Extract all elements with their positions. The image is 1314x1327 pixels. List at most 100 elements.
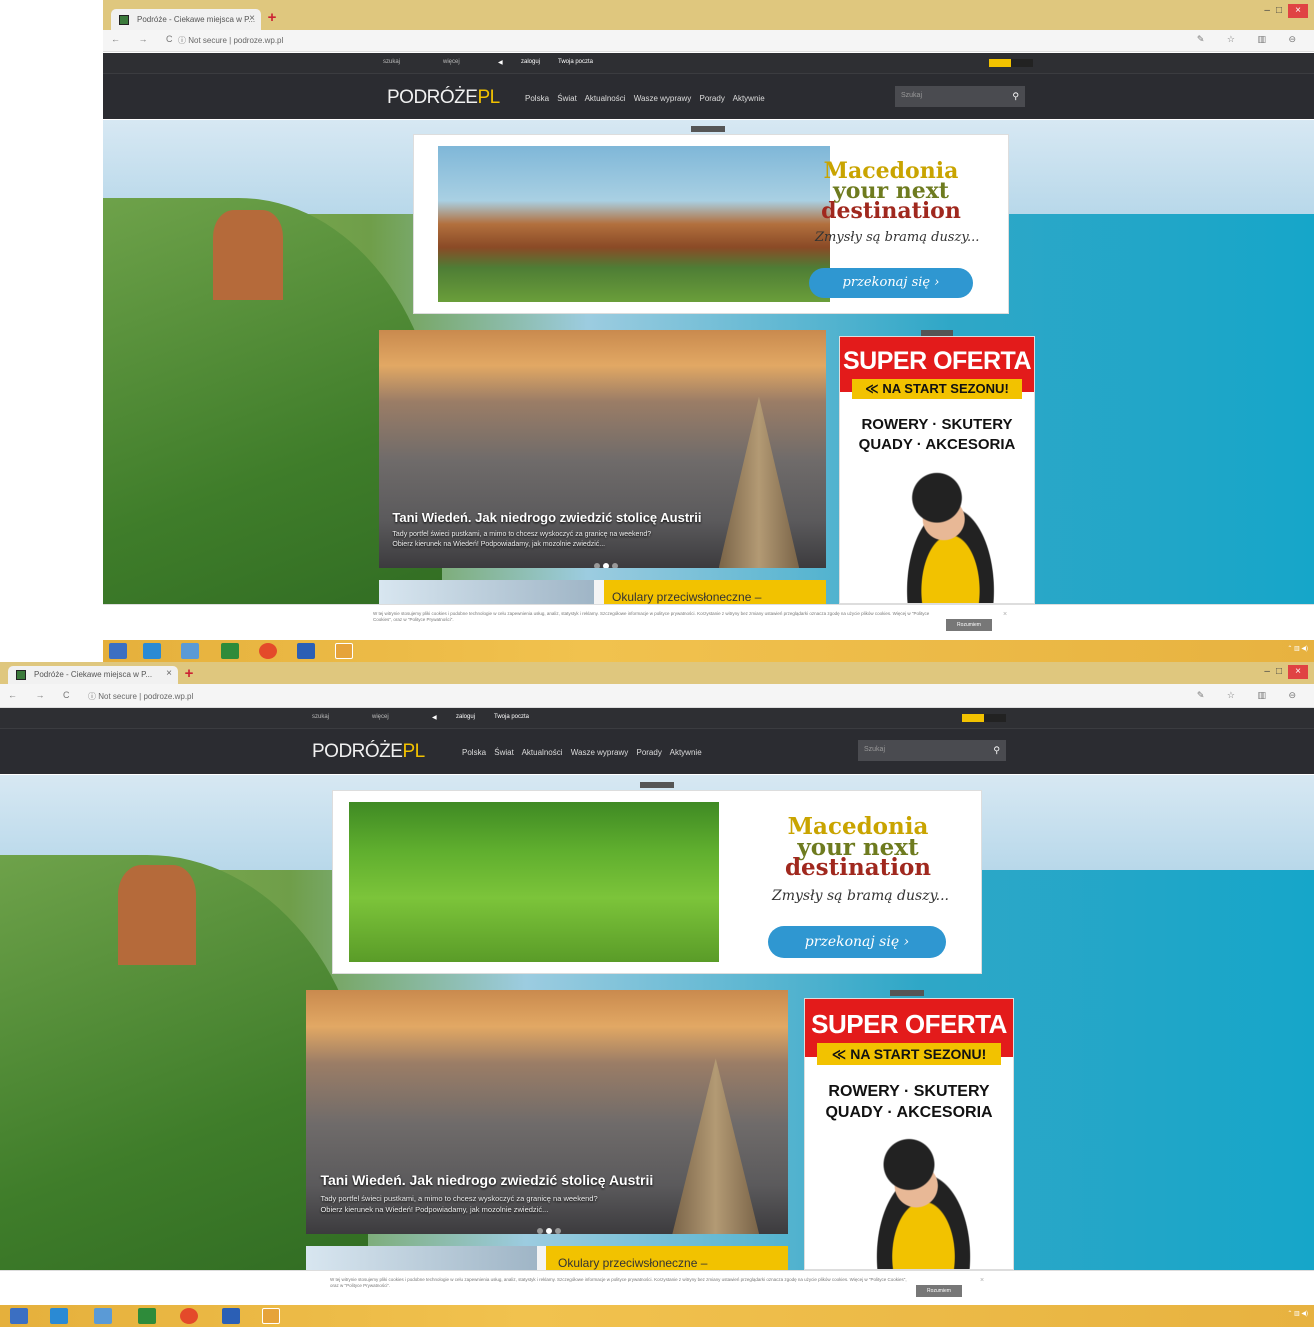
cookie-banner: W tej witrynie stosujemy pliki cookies i… (0, 1270, 1314, 1305)
menu-item-polska[interactable]: Polska (525, 94, 549, 103)
minimize-icon[interactable]: – (1264, 666, 1276, 677)
topbar-link[interactable]: więcej (443, 59, 460, 65)
chrome-icon[interactable] (259, 643, 277, 659)
site-logo[interactable]: PODRÓŻEPL (312, 741, 425, 763)
menu-item-porady[interactable]: Porady (636, 748, 661, 757)
maximize-icon[interactable]: □ (1276, 5, 1288, 16)
cookie-text: W tej witrynie stosujemy pliki cookies i… (373, 611, 930, 623)
menu-item-swiat[interactable]: Świat (494, 748, 514, 757)
teaser-title[interactable]: Okulary przeciwsłoneczne – (546, 1246, 788, 1270)
menu-item-aktualnosci[interactable]: Aktualności (585, 94, 626, 103)
explorer-icon[interactable] (181, 643, 199, 659)
close-window-icon[interactable]: × (1288, 4, 1308, 18)
browser-tab[interactable]: Podróże - Ciekawe miejsca w P... × (8, 666, 178, 684)
site-topbar: szukaj więcej ◀ zaloguj Twoja poczta (103, 53, 1314, 73)
menu-item-porady[interactable]: Porady (699, 94, 724, 103)
word-icon[interactable] (222, 1308, 240, 1324)
system-tray[interactable]: ⌃ ▥ ◀) (1287, 645, 1308, 652)
side-ad[interactable]: SUPER OFERTA ≪ NA START SEZONU! ROWERY ·… (804, 998, 1014, 1270)
ad-title: Macedonia your next destination (784, 813, 932, 882)
article-teaser[interactable]: Okulary przeciwsłoneczne – (306, 1246, 788, 1270)
address-bar[interactable]: ⓘ Not secure | podroze.wp.pl (88, 691, 193, 702)
store-icon[interactable] (221, 643, 239, 659)
screenshot-2: Podróże - Ciekawe miejsca w P... × + –□ ×… (0, 662, 1314, 1327)
ad-banner: ≪ NA START SEZONU! (851, 379, 1023, 399)
menu-item-aktywnie[interactable]: Aktywnie (733, 94, 765, 103)
new-tab-button[interactable]: + (263, 9, 281, 27)
chrome-icon[interactable] (180, 1308, 198, 1324)
browser-tab[interactable]: Podróże - Ciekawe miejsca w P... × (111, 9, 261, 30)
cookie-accept-button[interactable]: Rozumiem (916, 1285, 962, 1297)
hero-article[interactable]: Tani Wiedeń. Jak niedrogo zwiedzić stoli… (379, 330, 826, 568)
minimize-icon[interactable]: – (1264, 5, 1276, 16)
menu-item-swiat[interactable]: Świat (557, 94, 577, 103)
user-icon[interactable]: ◀ (498, 59, 503, 66)
mail-link[interactable]: Twoja poczta (494, 714, 529, 720)
login-link[interactable]: zaloguj (456, 714, 475, 720)
topbar-link[interactable]: więcej (372, 714, 389, 720)
word-icon[interactable] (297, 643, 315, 659)
search-icon[interactable]: ⚲ (1012, 91, 1019, 102)
nav-buttons[interactable]: ← → C (8, 690, 78, 700)
menu-item-polska[interactable]: Polska (462, 748, 486, 757)
app-icon[interactable] (335, 643, 353, 659)
app-icon[interactable] (262, 1308, 280, 1324)
windows-start-icon[interactable] (10, 1308, 28, 1324)
url-text: podroze.wp.pl (143, 692, 194, 701)
language-switch[interactable] (962, 714, 1006, 722)
tab-close-icon[interactable]: × (166, 668, 172, 679)
search-input[interactable]: Szukaj ⚲ (858, 740, 1006, 761)
ad-line-1: ROWERY · SKUTERY (828, 1083, 990, 1100)
cookie-accept-button[interactable]: Rozumiem (946, 619, 992, 631)
address-bar[interactable]: ⓘ Not secure | podroze.wp.pl (178, 35, 283, 46)
ie-icon[interactable] (50, 1308, 68, 1324)
ie-icon[interactable] (143, 643, 161, 659)
church-image (118, 865, 196, 965)
menu-item-aktywnie[interactable]: Aktywnie (670, 748, 702, 757)
carousel-dots[interactable] (537, 1221, 564, 1234)
ad-photo (437, 145, 830, 303)
windows-taskbar: ⌃ ▥ ◀) (103, 640, 1314, 662)
hero-headline[interactable]: Tani Wiedeń. Jak niedrogo zwiedzić stoli… (392, 510, 701, 525)
menu-item-wasze-wyprawy[interactable]: Wasze wyprawy (571, 748, 629, 757)
ad-banner: ≪ NA START SEZONU! (817, 1043, 1001, 1065)
security-label: Not secure (188, 36, 227, 45)
close-window-icon[interactable]: × (1288, 665, 1308, 679)
mail-link[interactable]: Twoja poczta (558, 59, 593, 65)
cookie-close-icon[interactable]: × (980, 1277, 984, 1284)
search-input[interactable]: Szukaj ⚲ (895, 86, 1025, 107)
cookie-text: W tej witrynie stosujemy pliki cookies i… (330, 1277, 907, 1289)
hero-article[interactable]: Tani Wiedeń. Jak niedrogo zwiedzić stoli… (306, 990, 788, 1234)
nav-buttons[interactable]: ← → C (111, 34, 181, 44)
menu-item-aktualnosci[interactable]: Aktualności (522, 748, 563, 757)
login-link[interactable]: zaloguj (521, 59, 540, 65)
topbar-link[interactable]: szukaj (383, 59, 400, 65)
tab-close-icon[interactable]: × (249, 13, 255, 24)
url-text: podroze.wp.pl (233, 36, 284, 45)
browser-tools[interactable]: ✎ ☆ ▥ ⊖ (1197, 34, 1306, 45)
ad-cta-button[interactable]: przekonaj się › (809, 268, 973, 298)
maximize-icon[interactable]: □ (1276, 666, 1288, 677)
hero-subtext-2: Obierz kierunek na Wiedeń! Podpowiadamy,… (320, 1205, 549, 1214)
hero-headline[interactable]: Tani Wiedeń. Jak niedrogo zwiedzić stoli… (320, 1172, 653, 1188)
explorer-icon[interactable] (94, 1308, 112, 1324)
teaser-title[interactable]: Okulary przeciwsłoneczne – (604, 580, 826, 604)
store-icon[interactable] (138, 1308, 156, 1324)
site-logo[interactable]: PODRÓŻEPL (387, 87, 500, 109)
article-teaser[interactable]: Okulary przeciwsłoneczne – (379, 580, 826, 604)
language-switch[interactable] (989, 59, 1033, 67)
window-controls: –□ × (1264, 665, 1308, 679)
topbar-link[interactable]: szukaj (312, 714, 329, 720)
system-tray[interactable]: ⌃ ▥ ◀) (1287, 1310, 1308, 1317)
side-ad[interactable]: SUPER OFERTA ≪ NA START SEZONU! ROWERY ·… (839, 336, 1035, 604)
user-icon[interactable]: ◀ (432, 714, 437, 721)
ad-cta-button[interactable]: przekonaj się › (768, 926, 946, 958)
ad-label (640, 782, 674, 788)
browser-tools[interactable]: ✎ ☆ ▥ ⊖ (1197, 690, 1306, 701)
windows-start-icon[interactable] (109, 643, 127, 659)
menu-item-wasze-wyprawy[interactable]: Wasze wyprawy (634, 94, 692, 103)
cookie-close-icon[interactable]: × (1003, 611, 1007, 618)
new-tab-button[interactable]: + (180, 665, 198, 683)
search-icon[interactable]: ⚲ (993, 745, 1000, 756)
carousel-dots[interactable] (593, 556, 621, 568)
